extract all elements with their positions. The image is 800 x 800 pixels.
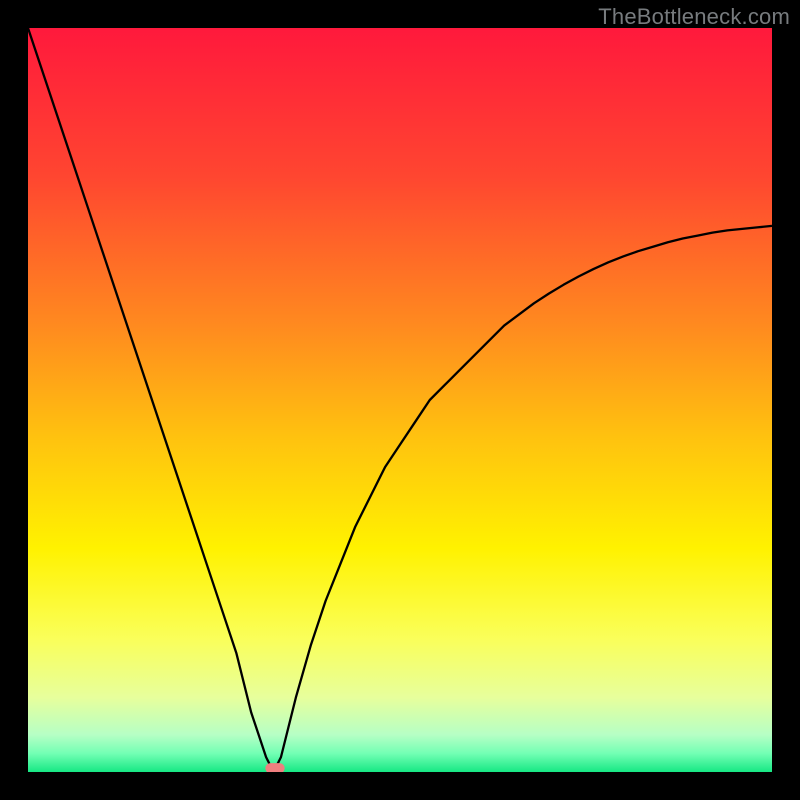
chart-frame: TheBottleneck.com (0, 0, 800, 800)
chart-svg (28, 28, 772, 772)
watermark-text: TheBottleneck.com (598, 4, 790, 30)
gradient-bg (28, 28, 772, 772)
plot-area (28, 28, 772, 772)
min-marker (265, 763, 284, 772)
